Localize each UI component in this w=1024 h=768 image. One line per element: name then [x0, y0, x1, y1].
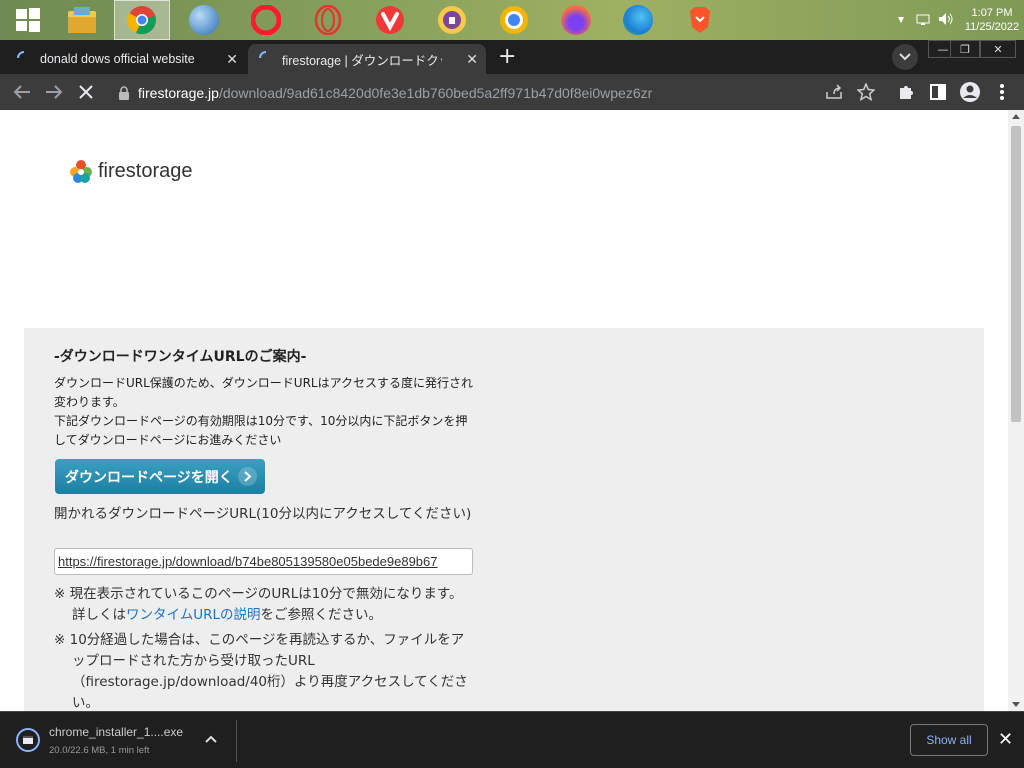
browser-toolbar: firestorage.jp/download/9ad61c8420d0fe3e…: [0, 74, 1024, 110]
bookmark-button[interactable]: [854, 80, 878, 104]
file-explorer-icon[interactable]: [54, 0, 110, 40]
note-1-suffix: をご参照ください。: [260, 607, 383, 623]
page-scrollbar[interactable]: [1008, 110, 1024, 711]
download-shelf: chrome_installer_1....exe 20.0/22.6 MB, …: [0, 711, 1024, 768]
brave-icon[interactable]: [672, 0, 728, 40]
extensions-button[interactable]: [894, 80, 918, 104]
share-icon: [826, 84, 842, 99]
divider: [236, 720, 237, 762]
description-line-1: ダウンロードURL保護のため、ダウンロードURLはアクセスする度に発行され変わり…: [54, 376, 474, 409]
panel-description: ダウンロードURL保護のため、ダウンロードURLはアクセスする度に発行され変わり…: [54, 374, 474, 450]
system-tray: ▲ 1:07 PM 11/25/2022: [898, 0, 1024, 40]
logo-text: firestorage: [98, 159, 193, 182]
url-host: firestorage.jp: [138, 84, 219, 101]
download-file-icon[interactable]: [16, 728, 40, 752]
show-all-button[interactable]: Show all: [910, 724, 988, 756]
tab-label: firestorage | ダウンロードクッションページ: [282, 53, 442, 68]
panel-title: -ダウンロードワンタイムURLのご案内-: [54, 349, 307, 365]
more-vert-icon: [1000, 84, 1004, 100]
new-tab-button[interactable]: +: [498, 44, 516, 70]
download-file-name[interactable]: chrome_installer_1....exe: [49, 725, 183, 739]
address-bar[interactable]: firestorage.jp/download/9ad61c8420d0fe3e…: [110, 79, 890, 106]
tab-donald-dows[interactable]: donald dows official website ✕: [10, 44, 246, 74]
tab-search-button[interactable]: [892, 44, 918, 70]
note-url-expiry: ※ 現在表示されているこのページのURLは10分で無効になります。詳しくはワンタ…: [54, 584, 474, 626]
open-download-page-button[interactable]: ダウンロードページを開く: [55, 459, 265, 494]
arrow-left-icon: [13, 85, 30, 99]
chevron-up-icon: [205, 735, 217, 743]
tray-overflow-icon[interactable]: ▲: [898, 16, 904, 25]
download-url-label: 開かれるダウンロードページURL(10分以内にアクセスしてください): [54, 506, 472, 522]
opera-gx-icon[interactable]: [300, 0, 356, 40]
note-reload: ※ 10分経過した場合は、このページを再読込するか、ファイルをアップロードされた…: [54, 632, 468, 711]
firefox-icon[interactable]: [548, 0, 604, 40]
loading-spinner-icon: [258, 50, 274, 69]
tor-icon[interactable]: [424, 0, 480, 40]
onetime-url-help-link[interactable]: ワンタイムURLの説明: [126, 607, 261, 623]
star-icon: [857, 83, 875, 101]
clock[interactable]: 1:07 PM 11/25/2022: [960, 6, 1024, 34]
loading-spinner-icon: [16, 50, 32, 69]
vivaldi-icon[interactable]: [362, 0, 418, 40]
description-line-2: 下記ダウンロードページの有効期限は10分です、10分以内に下記ボタンを押してダウ…: [54, 414, 468, 447]
close-window-button[interactable]: ✕: [980, 40, 1016, 58]
scroll-up-arrow-icon[interactable]: [1012, 114, 1020, 119]
close-download-shelf-button[interactable]: ✕: [998, 729, 1013, 750]
stop-button[interactable]: [74, 80, 98, 104]
world-browser-icon[interactable]: [176, 0, 232, 40]
flower-logo-icon: [70, 160, 92, 183]
clock-time: 1:07 PM: [971, 7, 1013, 19]
maximize-button[interactable]: ❐: [950, 40, 980, 58]
volume-icon[interactable]: [938, 12, 954, 29]
url-path: /download/9ad61c8420d0fe3e1db760bed5a2ff…: [218, 84, 653, 101]
tab-firestorage[interactable]: firestorage | ダウンロードクッションページ ✕: [248, 44, 486, 74]
chevron-right-icon: [238, 467, 257, 486]
onetime-url-panel: -ダウンロードワンタイムURLのご案内- ダウンロードURL保護のため、ダウンロ…: [24, 328, 984, 711]
lock-icon[interactable]: [118, 85, 130, 100]
back-button[interactable]: [10, 80, 34, 104]
opera-icon[interactable]: [238, 0, 294, 40]
close-icon: [79, 85, 93, 99]
download-status: 20.0/22.6 MB, 1 min left: [49, 745, 150, 756]
edge-icon[interactable]: [610, 0, 666, 40]
scroll-down-arrow-icon[interactable]: [1012, 702, 1020, 707]
clock-date: 11/25/2022: [964, 21, 1020, 33]
menu-button[interactable]: [990, 80, 1014, 104]
side-panel-button[interactable]: [926, 80, 950, 104]
puzzle-icon: [900, 86, 913, 99]
scrollbar-thumb[interactable]: [1011, 126, 1021, 422]
page-viewport: firestorage -ダウンロードワンタイムURLのご案内- ダウンロードU…: [0, 110, 1008, 711]
chrome-canary-icon[interactable]: [486, 0, 542, 40]
tab-close-icon[interactable]: ✕: [466, 51, 478, 68]
chrome-icon[interactable]: [114, 0, 170, 40]
firestorage-logo[interactable]: firestorage: [68, 158, 193, 184]
download-url-field[interactable]: https://firestorage.jp/download/b74be805…: [54, 548, 473, 575]
share-button[interactable]: [822, 80, 846, 104]
button-label: ダウンロードページを開く: [65, 469, 233, 486]
profile-button[interactable]: [958, 80, 982, 104]
side-panel-icon: [930, 84, 946, 100]
tab-label: donald dows official website: [40, 52, 195, 66]
tab-close-icon[interactable]: ✕: [226, 51, 238, 68]
download-options-button[interactable]: [205, 732, 217, 746]
windows-taskbar: ▲ 1:07 PM 11/25/2022: [0, 0, 1024, 40]
start-icon[interactable]: [0, 0, 56, 40]
forward-button[interactable]: [42, 80, 66, 104]
browser-tab-strip: donald dows official website ✕ firestora…: [0, 40, 1024, 74]
arrow-right-icon: [46, 85, 63, 99]
chevron-down-icon: [899, 53, 911, 61]
network-icon[interactable]: [916, 12, 930, 29]
avatar-icon: [960, 82, 980, 102]
